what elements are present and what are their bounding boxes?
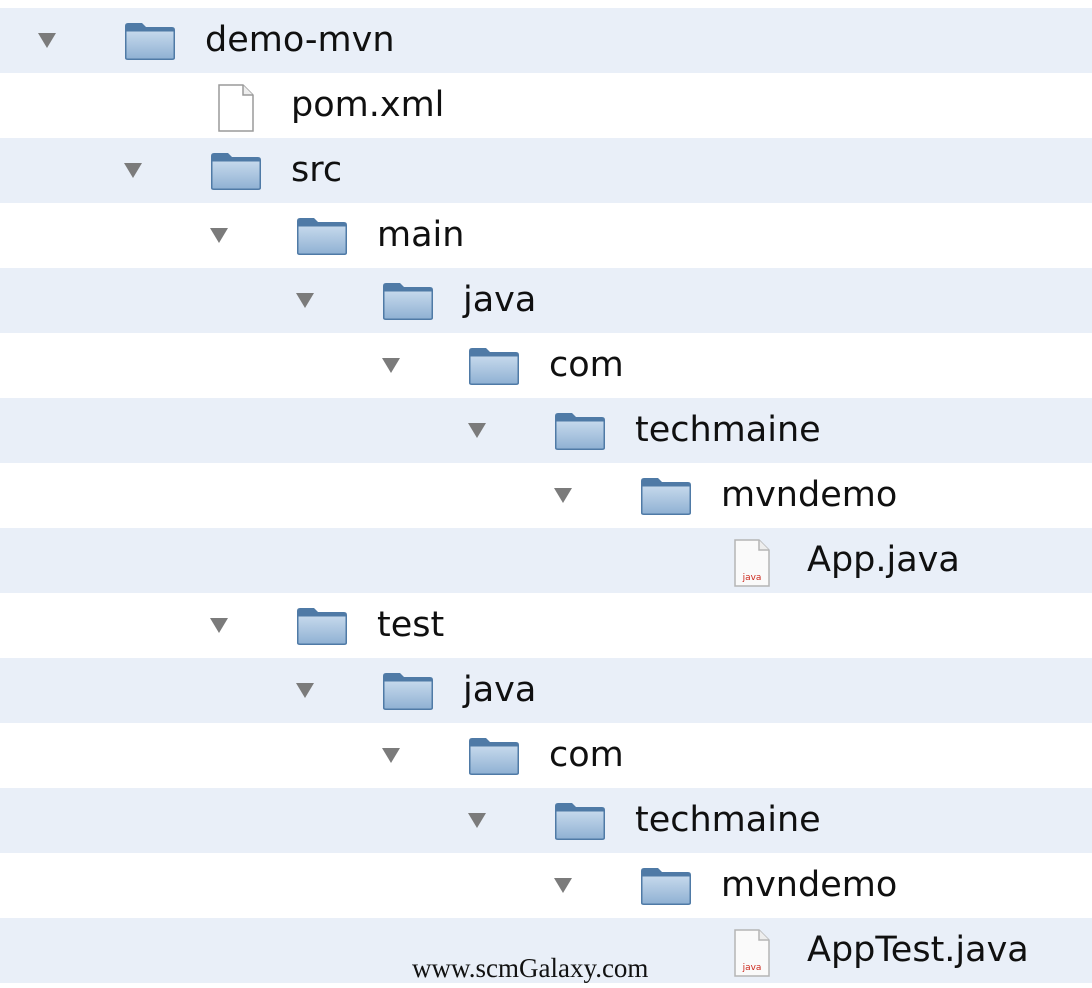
tree-item-label: main — [377, 215, 465, 255]
tree-row-app-java[interactable]: java App.java — [0, 528, 1092, 593]
disclosure-triangle-icon[interactable] — [554, 488, 572, 503]
tree-item-label: App.java — [807, 540, 960, 580]
svg-text:java: java — [742, 963, 762, 973]
folder-icon — [553, 800, 607, 842]
folder-icon — [467, 345, 521, 387]
tree-item-label: techmaine — [635, 800, 821, 840]
folder-icon — [381, 280, 435, 322]
tree-item-label: com — [549, 345, 624, 385]
folder-icon — [553, 410, 607, 452]
java-file-icon: java — [732, 928, 772, 978]
disclosure-triangle-icon[interactable] — [468, 813, 486, 828]
disclosure-triangle-icon[interactable] — [296, 683, 314, 698]
folder-icon — [295, 605, 349, 647]
disclosure-triangle-icon[interactable] — [382, 358, 400, 373]
folder-icon — [295, 215, 349, 257]
folder-icon — [381, 670, 435, 712]
java-file-icon: java — [732, 538, 772, 588]
folder-icon — [123, 20, 177, 62]
folder-icon — [639, 475, 693, 517]
folder-icon — [639, 865, 693, 907]
disclosure-triangle-icon[interactable] — [38, 33, 56, 48]
disclosure-triangle-icon[interactable] — [210, 618, 228, 633]
tree-item-label: mvndemo — [721, 865, 898, 905]
folder-icon — [209, 150, 263, 192]
tree-row-pom-xml[interactable]: pom.xml — [0, 73, 1092, 138]
watermark: www.scmGalaxy.com — [412, 953, 649, 983]
disclosure-triangle-icon[interactable] — [296, 293, 314, 308]
svg-text:java: java — [742, 573, 762, 583]
tree-row-techmaine[interactable]: techmaine — [0, 398, 1092, 463]
tree-item-label: techmaine — [635, 410, 821, 450]
folder-icon — [467, 735, 521, 777]
tree-row-src[interactable]: src — [0, 138, 1092, 203]
tree-row-demo-mvn[interactable]: demo-mvn — [0, 8, 1092, 73]
tree-item-label: mvndemo — [721, 475, 898, 515]
tree-item-label: test — [377, 605, 445, 645]
tree-row-java[interactable]: java — [0, 658, 1092, 723]
tree-row-mvndemo[interactable]: mvndemo — [0, 853, 1092, 918]
tree-item-label: demo-mvn — [205, 20, 395, 60]
disclosure-triangle-icon[interactable] — [124, 163, 142, 178]
tree-row-main[interactable]: main — [0, 203, 1092, 268]
disclosure-triangle-icon[interactable] — [382, 748, 400, 763]
tree-item-label: java — [463, 280, 537, 320]
tree-item-label: AppTest.java — [807, 930, 1029, 970]
disclosure-triangle-icon[interactable] — [468, 423, 486, 438]
tree-row-com[interactable]: com — [0, 333, 1092, 398]
tree-item-label: com — [549, 735, 624, 775]
disclosure-triangle-icon[interactable] — [554, 878, 572, 893]
tree-item-label: java — [463, 670, 537, 710]
disclosure-triangle-icon[interactable] — [210, 228, 228, 243]
tree-item-label: pom.xml — [291, 85, 445, 125]
tree-row-mvndemo[interactable]: mvndemo — [0, 463, 1092, 528]
document-icon — [216, 83, 256, 133]
tree-item-label: src — [291, 150, 343, 190]
tree-row-java[interactable]: java — [0, 268, 1092, 333]
file-tree: demo-mvn pom.xml src main java com techmaine mv… — [0, 0, 1092, 983]
tree-row-com[interactable]: com — [0, 723, 1092, 788]
tree-row-techmaine[interactable]: techmaine — [0, 788, 1092, 853]
tree-row-test[interactable]: test — [0, 593, 1092, 658]
